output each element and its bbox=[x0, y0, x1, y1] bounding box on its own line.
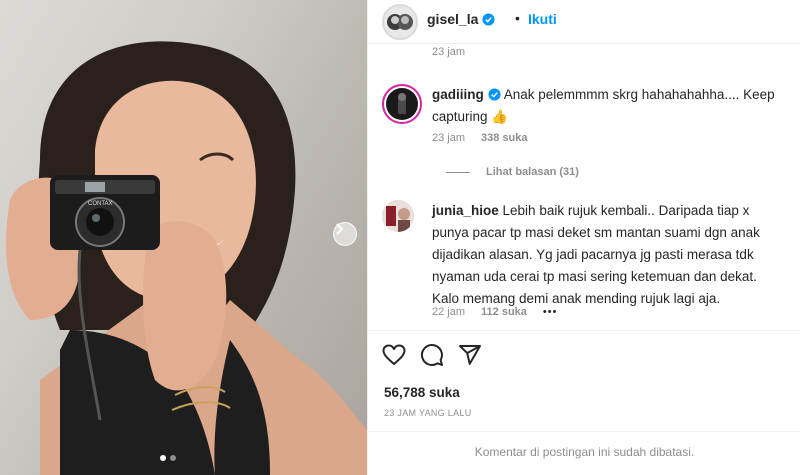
comment-options-button[interactable]: ••• bbox=[543, 306, 558, 318]
comment-meta: 22 jam 112 suka ••• bbox=[432, 306, 557, 318]
author-username[interactable]: gisel_la bbox=[427, 11, 495, 27]
post-actions: 56,788 suka 23 JAM YANG LALU Komentar di… bbox=[368, 330, 800, 470]
follow-button[interactable]: Ikuti bbox=[528, 11, 557, 27]
replies-divider bbox=[446, 171, 470, 173]
comment-item: junia_hioe Lebih baik rujuk kembali.. Da… bbox=[382, 200, 787, 325]
comment-body: junia_hioe Lebih baik rujuk kembali.. Da… bbox=[432, 200, 787, 310]
carousel-next-button[interactable] bbox=[333, 222, 357, 246]
comment-likes[interactable]: 112 suka bbox=[481, 306, 527, 318]
carousel-dot bbox=[170, 455, 176, 461]
photo-illustration: CONTAX bbox=[6, 41, 367, 475]
verified-icon bbox=[482, 13, 495, 26]
post-sidebar: gisel_la • Ikuti 23 jam gadiiing Anak pe… bbox=[367, 0, 800, 475]
author-username-text[interactable]: gisel_la bbox=[427, 11, 478, 27]
view-replies-label: Lihat balasan (31) bbox=[486, 166, 579, 178]
chevron-right-icon bbox=[336, 223, 344, 235]
action-icons bbox=[382, 343, 482, 367]
post-header: gisel_la • Ikuti bbox=[368, 0, 800, 44]
previous-comment-time: 23 jam bbox=[432, 46, 466, 58]
comment-time[interactable]: 22 jam bbox=[432, 306, 465, 318]
avatar-image bbox=[386, 88, 418, 120]
comment-icon[interactable] bbox=[420, 343, 444, 367]
comment-text: Lebih baik rujuk kembali.. Daripada tiap… bbox=[432, 203, 760, 306]
avatar-image bbox=[382, 200, 414, 232]
heart-icon[interactable] bbox=[382, 343, 406, 367]
comment-likes[interactable]: 338 suka bbox=[481, 132, 527, 144]
commenter-avatar[interactable] bbox=[382, 200, 414, 232]
comment-username[interactable]: junia_hioe bbox=[432, 203, 499, 218]
share-icon[interactable] bbox=[458, 343, 482, 367]
post-timestamp[interactable]: 23 JAM YANG LALU bbox=[384, 408, 472, 418]
comment-item: gadiiing Anak pelemmmm skrg hahahahahha.… bbox=[382, 84, 787, 154]
comment-body: gadiiing Anak pelemmmm skrg hahahahahha.… bbox=[432, 84, 787, 128]
carousel-dot-active bbox=[160, 455, 166, 461]
comment-meta: 23 jam 338 suka bbox=[432, 132, 528, 144]
carousel-dots bbox=[160, 455, 176, 461]
avatar-image bbox=[384, 6, 416, 38]
post-photo: CONTAX bbox=[0, 0, 367, 475]
header-separator: • bbox=[515, 10, 520, 26]
verified-icon bbox=[488, 88, 501, 101]
comment-username[interactable]: gadiiing bbox=[432, 87, 484, 102]
author-avatar[interactable] bbox=[382, 4, 418, 40]
svg-text:CONTAX: CONTAX bbox=[88, 201, 113, 207]
comment-time[interactable]: 23 jam bbox=[432, 132, 465, 144]
post-likes-count[interactable]: 56,788 suka bbox=[384, 385, 460, 400]
view-replies-button[interactable]: Lihat balasan (31) bbox=[446, 166, 579, 178]
commenter-avatar[interactable] bbox=[382, 84, 422, 124]
comments-limited-notice: Komentar di postingan ini sudah dibatasi… bbox=[368, 431, 800, 471]
